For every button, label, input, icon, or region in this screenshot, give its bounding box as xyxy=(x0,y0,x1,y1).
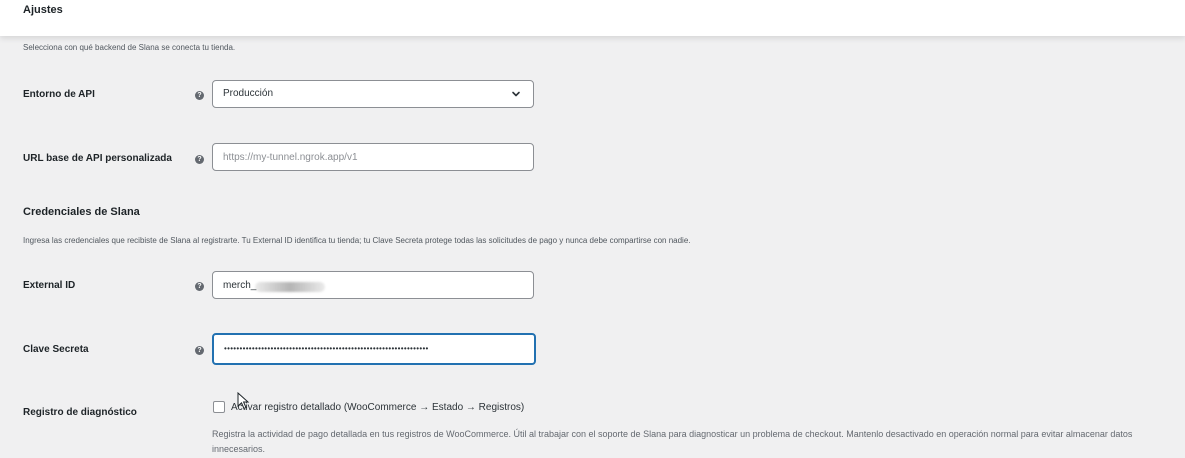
help-icon[interactable]: ? xyxy=(195,346,204,355)
credentials-section-title: Credenciales de Slana xyxy=(23,206,140,218)
secret-key-input[interactable]: ••••••••••••••••••••••••••••••••••••••••… xyxy=(212,333,536,365)
api-environment-select[interactable]: Producción xyxy=(212,80,534,108)
api-environment-selected: Producción xyxy=(223,88,274,99)
custom-base-url-input[interactable] xyxy=(212,143,534,171)
redacted-id-blur xyxy=(255,282,325,292)
api-environment-label: Entorno de API xyxy=(23,89,95,100)
help-icon[interactable]: ? xyxy=(195,91,204,100)
secret-key-label: Clave Secreta xyxy=(23,344,89,355)
credentials-section-description: Ingresa las credenciales que recibiste d… xyxy=(23,236,691,245)
diagnostics-checkbox[interactable] xyxy=(213,401,225,413)
intro-text: Selecciona con qué backend de Slana se c… xyxy=(23,43,236,52)
help-icon[interactable]: ? xyxy=(195,282,204,291)
top-bar xyxy=(0,0,1185,36)
external-id-label: External ID xyxy=(23,280,76,291)
diagnostics-label: Registro de diagnóstico xyxy=(23,407,137,418)
chevron-down-icon xyxy=(512,91,520,97)
help-icon[interactable]: ? xyxy=(195,155,204,164)
diagnostics-description: Registra la actividad de pago detallada … xyxy=(212,429,1133,454)
diagnostics-checkbox-label[interactable]: Activar registro detallado (WooCommerce … xyxy=(231,402,524,413)
custom-base-url-label: URL base de API personalizada xyxy=(23,153,172,164)
page-title: Ajustes xyxy=(23,4,63,16)
mouse-pointer-icon xyxy=(237,392,250,410)
